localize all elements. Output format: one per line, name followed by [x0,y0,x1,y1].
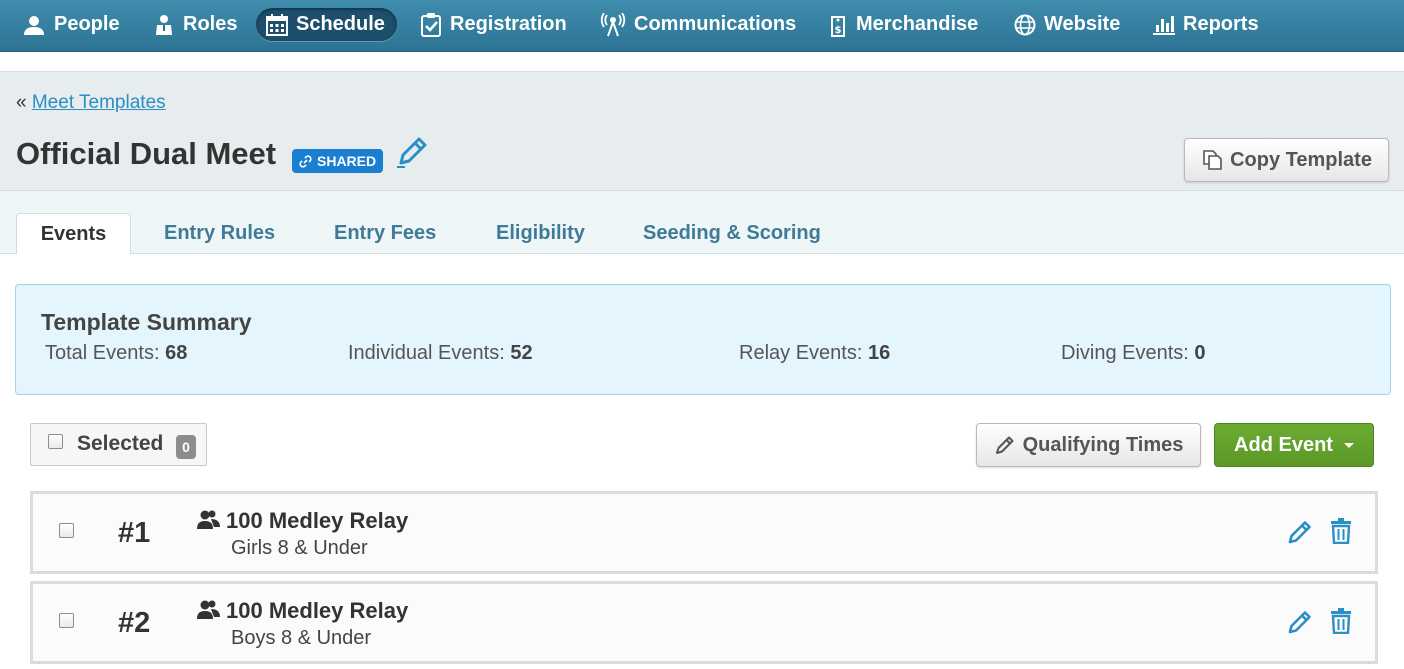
tab-label: Seeding & Scoring [643,222,821,244]
add-event-label: Add Event [1234,433,1333,456]
event-number: #1 [118,517,151,549]
edit-event-icon[interactable] [1287,609,1313,640]
link-icon [299,154,312,168]
qualifying-times-button[interactable]: Qualifying Times [976,423,1201,467]
select-all-checkbox[interactable] [48,434,63,449]
tab-label: Entry Fees [334,222,437,244]
event-group: Boys 8 & Under [231,627,372,649]
page-title: Official Dual Meet [16,136,277,171]
nav-item-website[interactable]: Website [1004,8,1132,41]
nav-item-merchandise[interactable]: $ Merchandise [818,8,990,41]
copy-template-label: Copy Template [1230,148,1372,171]
copy-icon [1203,150,1222,170]
event-row-checkbox[interactable] [59,523,74,538]
template-summary-panel [15,284,1391,395]
delete-event-icon[interactable] [1330,608,1352,639]
stat-relay-events: Relay Events: 16 [739,342,890,365]
breadcrumb-prefix: « [16,92,27,113]
nav-item-registration[interactable]: Registration [410,8,579,41]
stat-label: Total Events: [45,342,160,364]
stat-label: Individual Events: [348,342,505,364]
nav-item-label: Reports [1183,13,1259,35]
event-group: Girls 8 & Under [231,537,368,559]
relay-team-icon [197,510,220,529]
nav-item-communications[interactable]: Communications [590,8,808,41]
stat-individual-events: Individual Events: 52 [348,342,533,365]
selected-label: Selected [77,432,164,455]
stat-label: Diving Events: [1061,342,1189,364]
nav-item-label: Website [1044,13,1121,35]
shared-badge: SHARED [292,149,384,173]
event-row-checkbox[interactable] [59,613,74,628]
stat-diving-events: Diving Events: 0 [1061,342,1206,365]
stat-label: Relay Events: [739,342,863,364]
selected-count-badge: 0 [176,435,196,459]
event-row: #2 100 Medley Relay Boys 8 & Under [30,581,1378,664]
nav-item-schedule[interactable]: Schedule [256,8,397,41]
tab-label: Eligibility [496,222,585,244]
event-number: #2 [118,607,151,639]
stat-value: 52 [510,342,533,364]
tab-label: Entry Rules [164,222,276,244]
nav-item-label: Roles [183,13,238,35]
nav-item-people[interactable]: People [12,8,132,41]
top-navigation: People Roles Schedule Registration Commu… [0,0,1404,52]
stat-value: 16 [867,342,891,364]
copy-template-button[interactable]: Copy Template [1184,138,1389,182]
tab-entry-rules[interactable]: Entry Rules [140,213,299,254]
tab-entry-fees[interactable]: Entry Fees [310,213,460,254]
stat-total-events: Total Events: 68 [45,342,187,365]
tab-events[interactable]: Events [16,213,131,255]
pencil-icon [995,436,1014,454]
stat-value: 0 [1194,342,1206,364]
breadcrumb: « Meet Templates [16,92,166,114]
tab-eligibility[interactable]: Eligibility [472,213,609,254]
clipboard-check-icon [421,12,441,37]
edit-event-icon[interactable] [1287,519,1313,550]
add-event-button[interactable]: Add Event [1214,423,1374,467]
delete-event-icon[interactable] [1330,518,1352,549]
calendar-icon [266,13,288,36]
breadcrumb-link[interactable]: Meet Templates [32,92,166,113]
price-tag-icon: $ [831,15,845,37]
svg-text:$: $ [835,25,842,36]
nav-item-label: People [54,13,120,35]
shared-badge-label: SHARED [317,153,377,169]
nav-item-reports[interactable]: Reports [1143,8,1271,41]
summary-title: Template Summary [41,309,252,335]
person-icon [24,15,44,35]
nav-item-roles[interactable]: Roles [143,8,249,41]
bar-chart-icon [1153,15,1175,35]
edit-title-icon[interactable] [395,135,429,174]
event-name: 100 Medley Relay [226,598,409,623]
nav-item-label: Registration [450,13,567,35]
broadcast-icon [600,12,626,36]
nav-item-label: Merchandise [856,13,979,35]
tab-label: Events [40,222,107,245]
stat-value: 68 [165,342,188,364]
nav-item-label: Communications [634,13,797,35]
event-row: #1 100 Medley Relay Girls 8 & Under [30,491,1378,574]
chevron-down-icon [1343,442,1354,448]
nav-item-label: Schedule [296,13,385,35]
qualifying-times-label: Qualifying Times [1022,433,1184,456]
relay-team-icon [197,600,220,619]
globe-icon [1014,14,1036,35]
tab-seeding-scoring[interactable]: Seeding & Scoring [619,213,845,254]
role-icon [156,14,172,35]
event-name: 100 Medley Relay [226,508,409,533]
